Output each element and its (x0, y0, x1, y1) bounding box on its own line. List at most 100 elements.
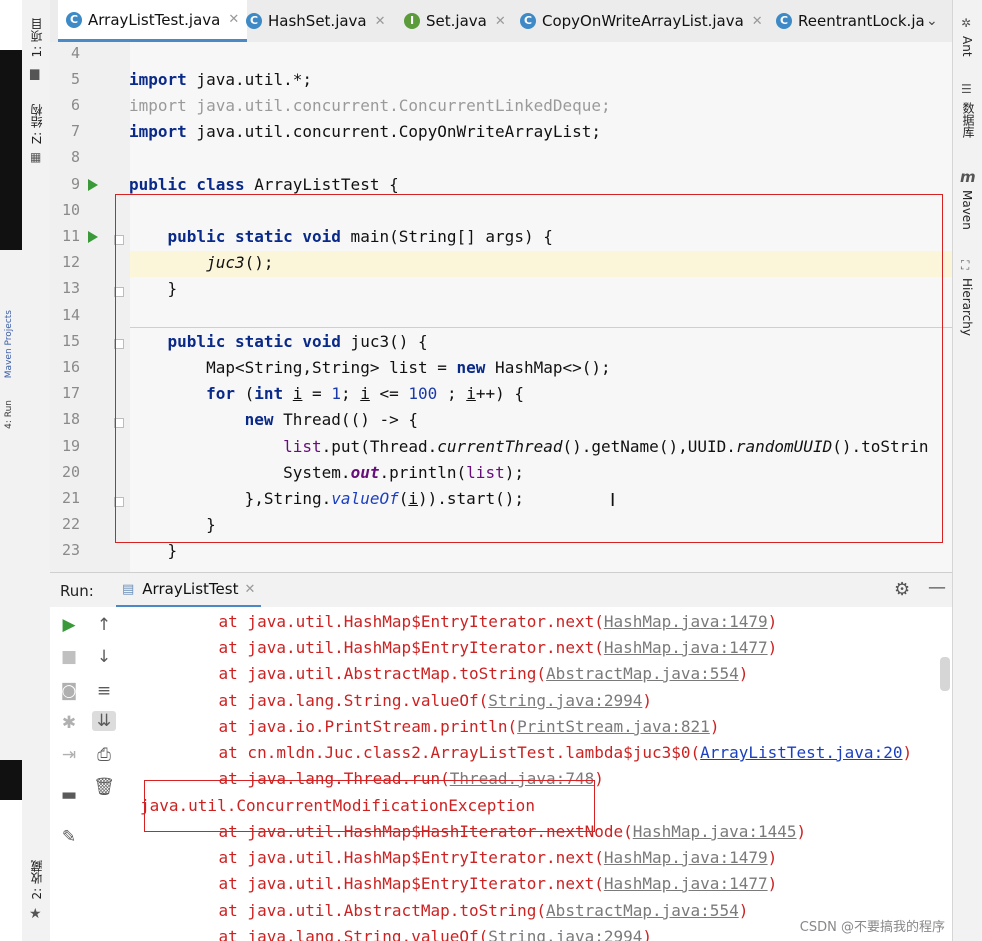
code-line: } (129, 541, 178, 560)
code-editor[interactable]: 4 5 6 7 8 9 10 11 12 13 14 15 16 17 18 1… (50, 42, 952, 572)
line-number: 15 (61, 332, 80, 350)
close-tab-icon[interactable]: ✕ (752, 14, 763, 29)
line-number: 18 (61, 410, 80, 428)
editor-tab-bar: C ArrayListTest.java ✕ C HashSet.java ✕ … (50, 0, 952, 43)
tab-arraylisttest[interactable]: C ArrayListTest.java ✕ (58, 0, 248, 42)
maven-icon: m (960, 168, 976, 186)
console-line: at java.util.AbstractMap.toString(Abstra… (180, 664, 749, 683)
hierarchy-icon: ⛶ (961, 258, 970, 272)
close-tab-icon[interactable]: ✕ (228, 12, 239, 27)
watermark: CSDN @不要搞我的程序 (796, 916, 948, 935)
line-number: 10 (61, 201, 80, 219)
run-console-panel: ▶ ■ ◙ ✱ ⇥ ▬ ✎ ↑ ↓ ≡ ⇊ ⎙ 🗑 at java.util.H… (50, 607, 952, 941)
line-number: 7 (70, 122, 80, 140)
class-icon: C (776, 13, 792, 29)
tab-reentrantlock[interactable]: C ReentrantLock.ja (776, 0, 925, 42)
run-tab-arraylisttest[interactable]: ▤ ArrayListTest ✕ (116, 573, 262, 608)
line-number: 12 (61, 253, 80, 271)
down-arrow-icon[interactable]: ↓ (92, 647, 116, 667)
tab-copyonwritearraylist[interactable]: C CopyOnWriteArrayList.java ✕ (520, 0, 763, 42)
soft-wrap-icon[interactable]: ≡ (92, 681, 116, 701)
console-line: at java.util.HashMap$EntryIterator.next(… (180, 874, 778, 893)
up-arrow-icon[interactable]: ↑ (92, 615, 116, 635)
line-number: 14 (61, 306, 80, 324)
maven-projects-label[interactable]: Maven Projects (4, 310, 14, 378)
console-line: at java.util.HashMap$EntryIterator.next(… (180, 612, 778, 631)
console-line: at java.util.HashMap$EntryIterator.next(… (180, 848, 778, 867)
class-icon: C (246, 13, 262, 29)
line-number: 4 (70, 44, 80, 62)
line-number: 6 (70, 96, 80, 114)
stack-trace-link[interactable]: HashMap.java:1479 (604, 612, 768, 631)
console-line: at java.lang.String.valueOf(String.java:… (180, 927, 652, 941)
stack-trace-link[interactable]: AbstractMap.java:554 (546, 664, 739, 683)
console-line: at java.lang.String.valueOf(String.java:… (180, 691, 653, 710)
gear-icon[interactable]: ⚙ (894, 579, 910, 600)
exit-icon[interactable]: ⇥ (57, 745, 81, 765)
project-tool-window[interactable]: 1: 项目 (28, 18, 45, 58)
stack-trace-link[interactable]: HashMap.java:1477 (604, 874, 768, 893)
scroll-to-end-icon[interactable]: ⇊ (92, 711, 116, 731)
stop-icon[interactable]: ■ (57, 647, 81, 667)
minimize-icon[interactable]: — (928, 577, 946, 598)
run-panel-title: Run: (60, 582, 94, 600)
line-number: 11 (61, 227, 80, 245)
annotation-highlight-box (115, 194, 943, 543)
stack-trace-link[interactable]: ArrayListTest.java:20 (700, 743, 902, 762)
camera-icon[interactable]: ◙ (57, 681, 81, 701)
layout-icon[interactable]: ▬ (57, 785, 81, 805)
stack-trace-link[interactable]: HashMap.java:1477 (604, 638, 768, 657)
run-main-icon[interactable] (88, 231, 98, 243)
structure-tool-window[interactable]: Z: 结构 (28, 104, 45, 144)
print-icon[interactable]: ⎙ (92, 745, 116, 765)
line-number: 20 (61, 463, 80, 481)
right-tool-strip: ✲ Ant ☰ 数据库 m Maven ⛶ Hierarchy (952, 0, 982, 941)
rerun-icon[interactable]: ▶ (57, 615, 81, 635)
favorites-tool-window[interactable]: 2: 收藏 (28, 860, 45, 900)
run-class-icon[interactable] (88, 179, 98, 191)
debug-settings-icon[interactable]: ✱ (57, 713, 81, 733)
code-line: public class ArrayListTest { (129, 175, 399, 194)
stack-trace-link[interactable]: PrintStream.java:821 (517, 717, 710, 736)
hierarchy-tool-window[interactable]: Hierarchy (960, 278, 974, 336)
tab-set[interactable]: I Set.java ✕ (404, 0, 506, 42)
structure-icon: ▦ (30, 150, 42, 164)
run-config-icon: ▤ (122, 581, 135, 597)
run-window-label[interactable]: 4: Run (4, 400, 14, 429)
tab-hashset[interactable]: C HashSet.java ✕ (246, 0, 386, 42)
stack-trace-link[interactable]: String.java:2994 (488, 691, 642, 710)
line-number: 23 (61, 541, 80, 559)
line-number: 19 (61, 437, 80, 455)
class-icon: C (66, 11, 82, 28)
stack-trace-link[interactable]: HashMap.java:1445 (633, 822, 797, 841)
console-line: at java.util.HashMap$EntryIterator.next(… (180, 638, 778, 657)
console-scrollbar[interactable] (940, 657, 950, 691)
maven-tool-window[interactable]: Maven (960, 190, 974, 230)
code-line: import java.util.concurrent.ConcurrentLi… (129, 96, 611, 115)
console-line: at java.io.PrintStream.println(PrintStre… (180, 717, 720, 736)
trash-icon[interactable]: 🗑 (92, 777, 116, 797)
database-tool-window[interactable]: 数据库 (960, 102, 977, 138)
ant-icon: ✲ (961, 16, 972, 30)
pin-icon[interactable]: ✎ (57, 827, 81, 847)
close-tab-icon[interactable]: ✕ (244, 582, 255, 597)
code-line: import java.util.concurrent.CopyOnWriteA… (129, 122, 602, 141)
interface-icon: I (404, 13, 420, 29)
line-number: 16 (61, 358, 80, 376)
line-number: 5 (70, 70, 80, 88)
line-number: 9 (70, 175, 80, 193)
star-icon: ★ (29, 906, 42, 922)
text-cursor-icon: I (610, 490, 616, 511)
code-line: import java.util.*; (129, 70, 313, 89)
stack-trace-link[interactable]: String.java:2994 (488, 927, 642, 941)
tab-overflow-chevron-icon[interactable]: ⌄ (926, 0, 938, 42)
console-line: at cn.mldn.Juc.class2.ArrayListTest.lamb… (180, 743, 913, 762)
close-tab-icon[interactable]: ✕ (495, 14, 506, 29)
stack-trace-link[interactable]: HashMap.java:1479 (604, 848, 768, 867)
background-window-strip: Maven Projects 4: Run (0, 0, 23, 941)
ant-tool-window[interactable]: Ant (960, 36, 974, 57)
stack-trace-link[interactable]: AbstractMap.java:554 (546, 901, 739, 920)
close-tab-icon[interactable]: ✕ (375, 14, 386, 29)
folder-icon: ▆ (30, 66, 40, 80)
console-line: at java.util.AbstractMap.toString(Abstra… (180, 901, 749, 920)
